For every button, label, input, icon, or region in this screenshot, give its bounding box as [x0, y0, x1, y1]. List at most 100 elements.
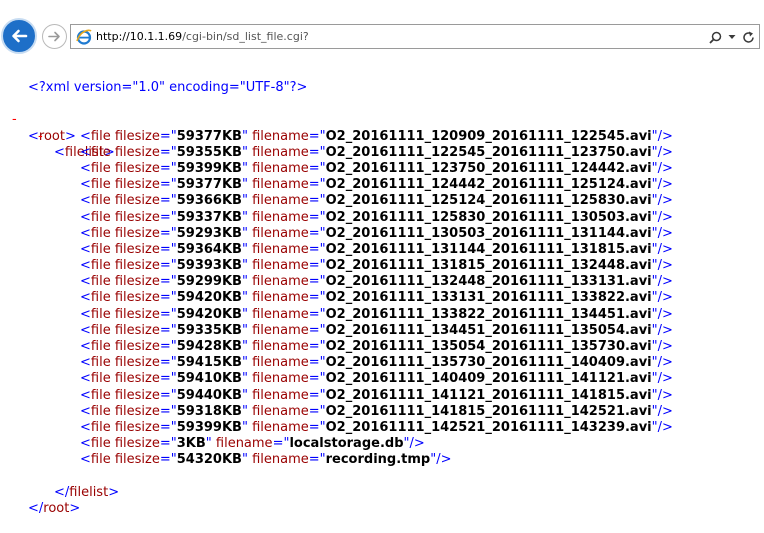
file-entry: <file filesize="59377KB" filename="O2_20… [0, 129, 764, 145]
filesize-attr-name: filesize [114, 193, 160, 209]
filename-attr-name: filename [252, 225, 309, 241]
file-entry: <file filesize="59410KB" filename="O2_20… [0, 371, 764, 387]
back-arrow-icon [12, 29, 28, 43]
file-entry: <file filesize="59415KB" filename="O2_20… [0, 355, 764, 371]
file-entry: <file filesize="59393KB" filename="O2_20… [0, 258, 764, 274]
filesize-value: 59377KB [176, 128, 242, 144]
filename-value: O2_20161111_131815_20161111_132448.avi [325, 258, 652, 274]
filename-attr-name: filename [252, 306, 309, 322]
file-element: <file filesize="59337KB" filename="O2_20… [80, 209, 673, 225]
filesize-value: 3KB [176, 436, 206, 452]
filesize-attr-name: filesize [114, 306, 160, 322]
filesize-value: 59420KB [176, 290, 242, 306]
filesize-value: 59399KB [176, 160, 242, 176]
back-button[interactable] [1, 18, 37, 54]
filesize-attr-name: filesize [114, 419, 160, 435]
filelist-open-line: - <filelist> [0, 112, 764, 160]
file-element: <file filesize="59420KB" filename="O2_20… [80, 306, 673, 322]
ie-page-icon [76, 29, 92, 45]
file-element: <file filesize="59399KB" filename="O2_20… [80, 419, 673, 435]
refresh-icon[interactable] [742, 31, 755, 44]
file-element: <file filesize="59366KB" filename="O2_20… [80, 193, 673, 209]
filesize-value: 59393KB [176, 258, 242, 274]
file-entry: <file filesize="59318KB" filename="O2_20… [0, 404, 764, 420]
file-element: <file filesize="59364KB" filename="O2_20… [80, 241, 673, 257]
filesize-attr-name: filesize [114, 209, 160, 225]
file-list: <file filesize="59377KB" filename="O2_20… [0, 129, 764, 469]
filesize-attr-name: filesize [114, 371, 160, 387]
filesize-value: 59318KB [176, 403, 242, 419]
file-entry: <file filesize="59420KB" filename="O2_20… [0, 307, 764, 323]
filesize-attr-name: filesize [114, 177, 160, 193]
filesize-attr-name: filesize [114, 339, 160, 354]
url-text[interactable]: http://10.1.1.69/cgi-bin/sd_list_file.cg… [96, 29, 309, 45]
filesize-value: 54320KB [176, 452, 242, 468]
filename-attr-name: filename [252, 177, 309, 193]
file-entry: <file filesize="59399KB" filename="O2_20… [0, 420, 764, 436]
filesize-attr-name: filesize [114, 144, 160, 160]
filesize-value: 59420KB [176, 306, 242, 322]
filename-value: O2_20161111_120909_20161111_122545.avi [325, 128, 652, 144]
filename-attr-name: filename [252, 193, 309, 209]
filename-attr-name: filename [252, 290, 309, 306]
file-element: <file filesize="59415KB" filename="O2_20… [80, 355, 673, 371]
filename-attr-name: filename [252, 419, 309, 435]
file-element: <file filesize="59293KB" filename="O2_20… [80, 225, 673, 241]
filesize-value: 59355KB [176, 144, 242, 160]
filesize-attr-name: filesize [114, 387, 160, 403]
filename-value: O2_20161111_133822_20161111_134451.avi [325, 306, 652, 322]
filename-attr-name: filename [252, 339, 309, 354]
forward-button[interactable] [42, 24, 67, 49]
file-element: <file filesize="59420KB" filename="O2_20… [80, 290, 673, 306]
file-element: <file filesize="59410KB" filename="O2_20… [80, 371, 673, 387]
filename-value: O2_20161111_133131_20161111_133822.avi [325, 290, 652, 306]
filename-value: O2_20161111_131144_20161111_131815.avi [325, 241, 652, 257]
filename-attr-name: filename [252, 403, 309, 419]
root-close-tag: </root> [28, 500, 81, 516]
url-host: http://10.1.1.69 [96, 30, 183, 43]
filename-attr-name: filename [252, 387, 309, 403]
file-entry: <file filesize="59428KB" filename="O2_20… [0, 339, 764, 355]
filesize-attr-name: filesize [114, 436, 160, 452]
file-entry: <file filesize="59335KB" filename="O2_20… [0, 323, 764, 339]
filesize-attr-name: filesize [114, 274, 160, 290]
file-entry: <file filesize="54320KB" filename="recor… [0, 452, 764, 468]
xml-declaration-line: <?xml version="1.0" encoding="UTF-8"?> [0, 80, 764, 96]
file-element: <file filesize="59318KB" filename="O2_20… [80, 403, 673, 419]
filename-attr-name: filename [252, 144, 309, 160]
magnifier-icon[interactable] [709, 31, 722, 44]
filesize-attr-name: filesize [114, 241, 160, 257]
chevron-down-icon[interactable] [728, 33, 736, 41]
filename-value: O2_20161111_141121_20161111_141815.avi [325, 387, 652, 403]
filename-attr-name: filename [252, 160, 309, 176]
filename-attr-name: filename [215, 436, 273, 452]
filesize-attr-name: filesize [114, 128, 160, 144]
file-entry: <file filesize="59355KB" filename="O2_20… [0, 145, 764, 161]
filename-value: O2_20161111_134451_20161111_135054.avi [325, 322, 652, 338]
root-open-line: - <root> [0, 96, 764, 143]
address-tools [709, 29, 755, 45]
filename-value: O2_20161111_140409_20161111_141121.avi [325, 371, 652, 387]
filesize-value: 59399KB [176, 419, 242, 435]
filesize-value: 59335KB [176, 322, 242, 338]
filesize-attr-name: filesize [114, 225, 160, 241]
file-element: <file filesize="59355KB" filename="O2_20… [80, 144, 673, 160]
filename-value: O2_20161111_124442_20161111_125124.avi [325, 177, 652, 193]
filename-attr-name: filename [252, 241, 309, 257]
filename-attr-name: filename [252, 274, 309, 290]
file-element: <file filesize="59377KB" filename="O2_20… [80, 177, 673, 193]
file-entry: <file filesize="59337KB" filename="O2_20… [0, 210, 764, 226]
file-element: <file filesize="3KB" filename="localstor… [80, 436, 425, 452]
file-entry: <file filesize="59440KB" filename="O2_20… [0, 388, 764, 404]
filelist-close-line: </filelist> [0, 469, 764, 500]
file-element: <file filesize="59335KB" filename="O2_20… [80, 322, 673, 338]
filename-value: O2_20161111_132448_20161111_133131.avi [325, 274, 652, 290]
filesize-value: 59440KB [176, 387, 242, 403]
file-element: <file filesize="59393KB" filename="O2_20… [80, 258, 673, 274]
file-entry: <file filesize="59364KB" filename="O2_20… [0, 242, 764, 258]
file-entry: <file filesize="59299KB" filename="O2_20… [0, 274, 764, 290]
address-bar[interactable]: http://10.1.1.69/cgi-bin/sd_list_file.cg… [70, 24, 760, 49]
root-close-line: </root> [0, 485, 764, 516]
filename-value: O2_20161111_135730_20161111_140409.avi [325, 355, 652, 371]
filename-value: O2_20161111_123750_20161111_124442.avi [325, 160, 652, 176]
